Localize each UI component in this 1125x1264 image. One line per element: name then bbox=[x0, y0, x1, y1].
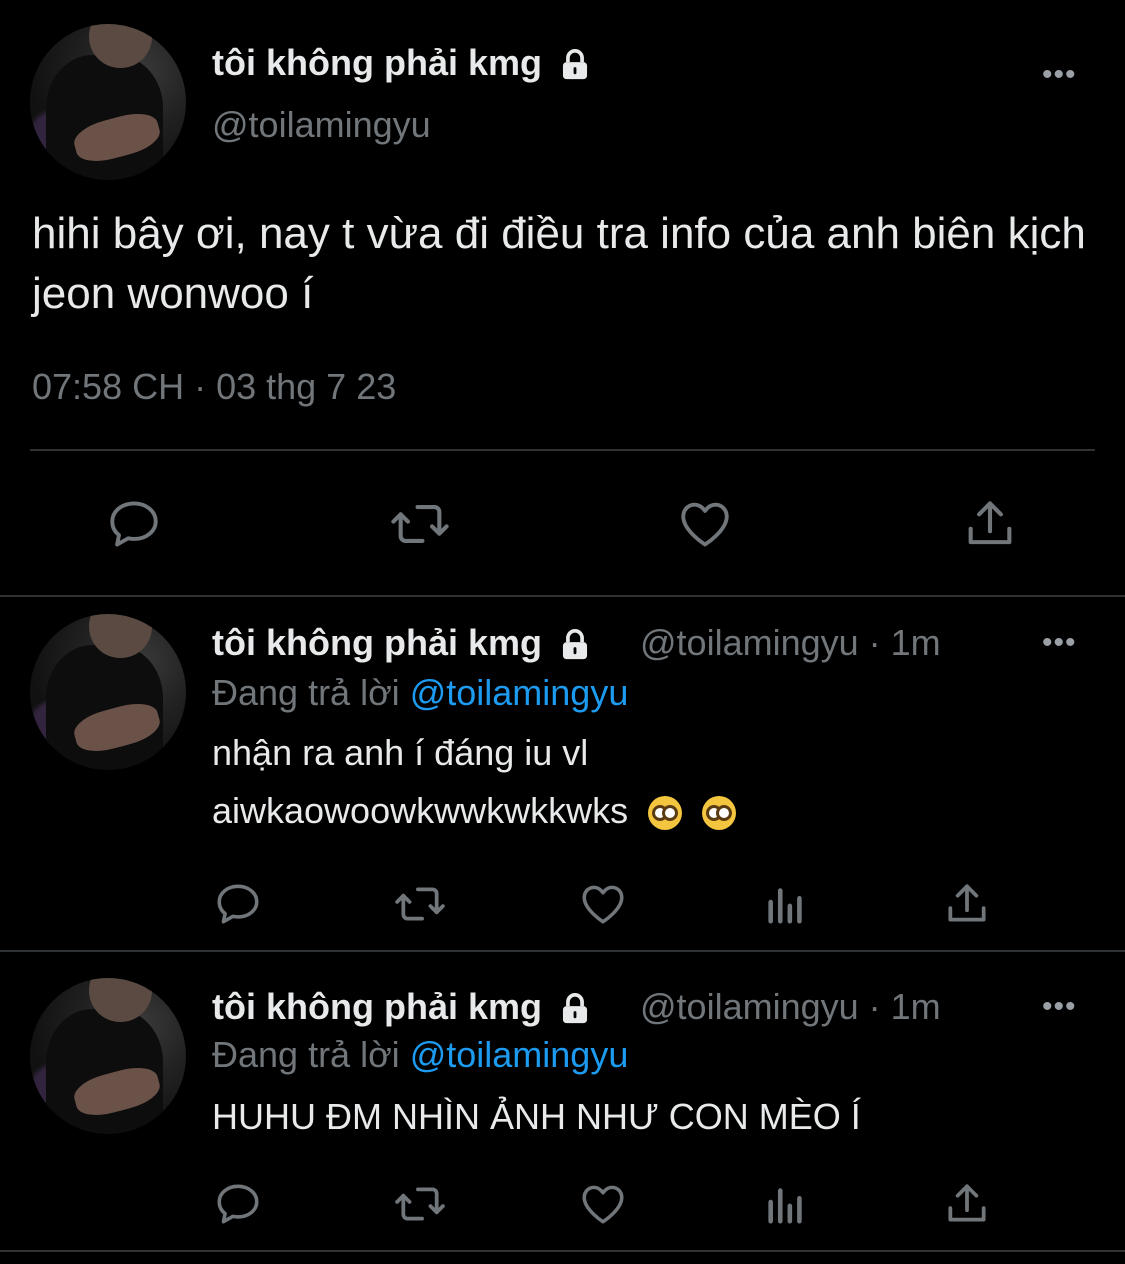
display-name[interactable]: tôi không phải kmg bbox=[212, 986, 592, 1028]
display-name[interactable]: tôi không phải kmg bbox=[212, 622, 592, 664]
reply-icon bbox=[110, 501, 158, 547]
reply-text: nhận ra anh í đáng iu vl aiwkaowoowkwwkw… bbox=[212, 724, 737, 840]
analytics-icon bbox=[768, 1188, 802, 1224]
reply-icon bbox=[217, 884, 259, 924]
lock-icon bbox=[562, 629, 588, 660]
analytics-icon bbox=[768, 888, 802, 924]
retweet-button[interactable] bbox=[388, 872, 452, 936]
more-options-button[interactable]: ••• bbox=[1042, 990, 1077, 1024]
reply-button[interactable] bbox=[102, 492, 166, 556]
reply-text: HUHU ĐM NHÌN ẢNH NHƯ CON MÈO Í bbox=[212, 1096, 861, 1137]
share-button[interactable] bbox=[935, 1172, 999, 1236]
retweet-button[interactable] bbox=[388, 492, 452, 556]
lock-icon bbox=[562, 993, 588, 1024]
reply-button[interactable] bbox=[206, 872, 270, 936]
views-button[interactable] bbox=[754, 1172, 818, 1236]
lock-icon bbox=[562, 49, 588, 80]
like-button[interactable] bbox=[571, 1172, 635, 1236]
heart-icon bbox=[681, 502, 729, 547]
mention-link[interactable]: @toilamingyu bbox=[410, 672, 629, 713]
like-button[interactable] bbox=[673, 492, 737, 556]
heart-icon bbox=[582, 1185, 624, 1224]
reply-icon bbox=[217, 1184, 259, 1224]
reply-button[interactable] bbox=[206, 1172, 270, 1236]
handle-time[interactable]: @toilamingyu · 1m bbox=[640, 622, 941, 664]
tweet-timestamp[interactable]: 07:58 CH · 03 thg 7 23 bbox=[32, 366, 396, 408]
divider bbox=[0, 1250, 1125, 1252]
share-icon bbox=[948, 1184, 986, 1222]
share-icon bbox=[948, 884, 986, 922]
views-button[interactable] bbox=[754, 872, 818, 936]
retweet-icon bbox=[395, 887, 445, 921]
avatar[interactable] bbox=[30, 978, 186, 1134]
divider bbox=[30, 449, 1095, 451]
retweet-button[interactable] bbox=[388, 1172, 452, 1236]
more-options-button[interactable]: ••• bbox=[1042, 58, 1077, 92]
retweet-icon bbox=[391, 505, 449, 543]
like-button[interactable] bbox=[571, 872, 635, 936]
avatar[interactable] bbox=[30, 24, 186, 180]
heart-icon bbox=[582, 885, 624, 924]
nerd-face-icon bbox=[648, 796, 683, 831]
share-icon bbox=[968, 501, 1012, 545]
display-name[interactable]: tôi không phải kmg bbox=[212, 42, 592, 84]
divider bbox=[0, 950, 1125, 952]
nerd-face-icon bbox=[702, 796, 737, 831]
retweet-icon bbox=[395, 1187, 445, 1221]
more-options-button[interactable]: ••• bbox=[1042, 626, 1077, 660]
replying-to: Đang trả lời @toilamingyu bbox=[212, 1034, 629, 1075]
tweet-text: hihi bây ơi, nay t vừa đi điều tra info … bbox=[32, 209, 1086, 318]
share-button[interactable] bbox=[935, 872, 999, 936]
share-button[interactable] bbox=[958, 492, 1022, 556]
avatar[interactable] bbox=[30, 614, 186, 770]
divider bbox=[0, 595, 1125, 597]
handle-time[interactable]: @toilamingyu · 1m bbox=[640, 986, 941, 1028]
handle[interactable]: @toilamingyu bbox=[212, 104, 431, 146]
replying-to: Đang trả lời @toilamingyu bbox=[212, 672, 629, 713]
mention-link[interactable]: @toilamingyu bbox=[410, 1034, 629, 1075]
